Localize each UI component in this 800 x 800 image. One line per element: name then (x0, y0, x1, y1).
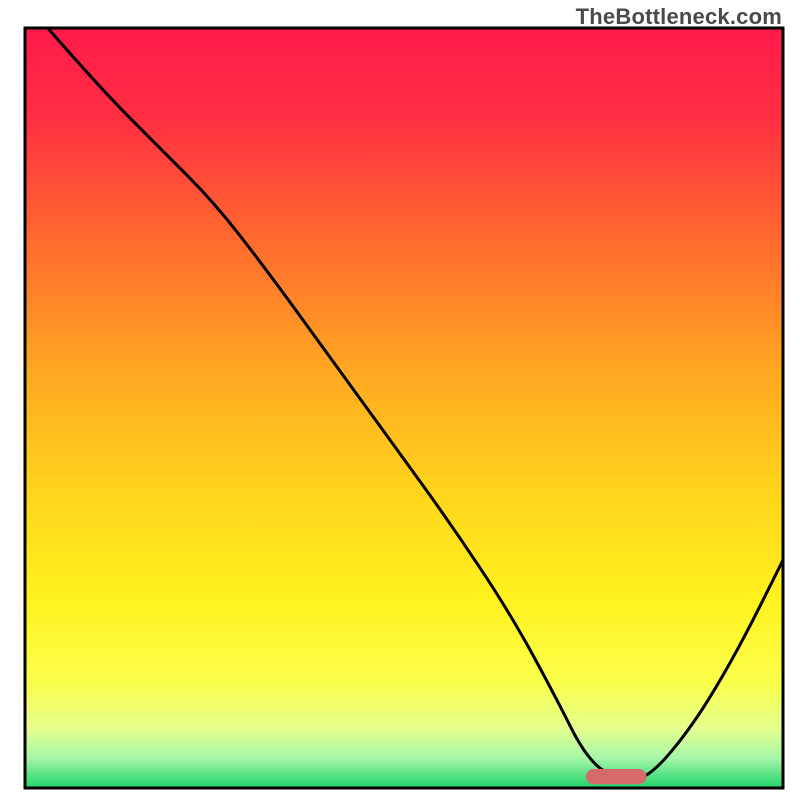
gradient-background (25, 28, 783, 788)
optimal-marker (586, 769, 647, 784)
chart-container: TheBottleneck.com (0, 0, 800, 800)
bottleneck-chart (0, 0, 800, 800)
